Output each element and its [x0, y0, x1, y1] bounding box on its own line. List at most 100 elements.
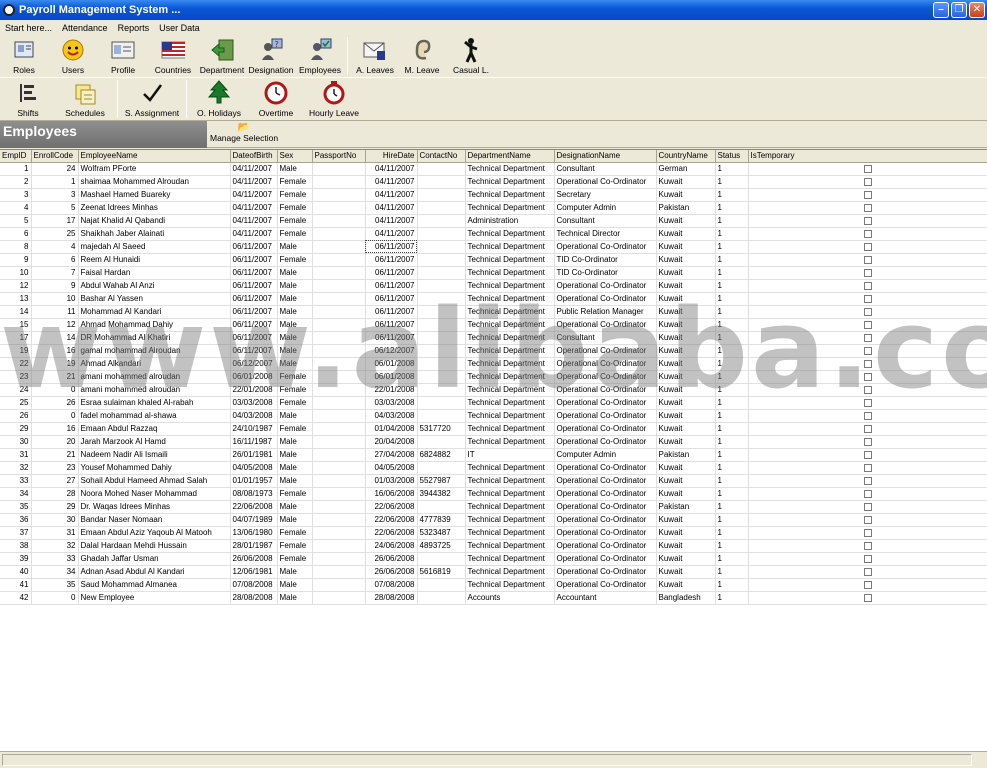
table-cell[interactable]: Ahmad Alkandari — [78, 357, 231, 371]
is-temporary-checkbox[interactable] — [863, 437, 872, 446]
table-cell[interactable]: Technical Department — [465, 266, 555, 280]
table-cell[interactable]: 04/11/2007 — [365, 162, 418, 176]
table-cell[interactable]: 32 — [31, 539, 79, 553]
table-cell[interactable]: Technical Department — [465, 461, 555, 475]
annual-leaves-button[interactable]: A. Leaves — [351, 35, 399, 77]
table-cell[interactable]: Technical Department — [465, 578, 555, 592]
table-cell[interactable]: Kuwait — [656, 409, 716, 423]
table-cell[interactable]: Technical Department — [465, 175, 555, 189]
table-cell[interactable]: Operational Co-Ordinator — [554, 344, 657, 358]
table-cell[interactable]: Computer Admin — [554, 201, 657, 215]
table-cell[interactable]: 06/11/2007 — [230, 266, 278, 280]
table-cell[interactable]: 35 — [0, 500, 32, 514]
table-cell[interactable]: 16/11/1987 — [230, 435, 278, 449]
table-cell[interactable]: Technical Department — [465, 292, 555, 306]
table-cell[interactable]: 1 — [715, 578, 749, 592]
table-cell[interactable]: 31 — [31, 526, 79, 540]
table-cell[interactable]: Operational Co-Ordinator — [554, 240, 657, 254]
table-cell[interactable]: 27/04/2008 — [365, 448, 418, 462]
table-row[interactable]: 5 17 Najat Khalid Al Qabandi 04/11/2007 Fema… — [0, 214, 987, 228]
table-cell[interactable]: Esraa sulaiman khaled Al-rabah — [78, 396, 231, 410]
table-cell[interactable]: 1 — [715, 175, 749, 189]
table-cell[interactable]: Kuwait — [656, 487, 716, 501]
table-cell[interactable]: 1 — [715, 240, 749, 254]
table-cell[interactable]: 22/06/2008 — [365, 513, 418, 527]
table-cell[interactable]: Operational Co-Ordinator — [554, 539, 657, 553]
table-cell[interactable]: 4893725 — [417, 539, 466, 553]
table-cell[interactable] — [312, 539, 366, 553]
table-cell[interactable]: Male — [277, 578, 313, 592]
table-cell[interactable]: Computer Admin — [554, 448, 657, 462]
table-cell[interactable]: 06/12/2007 — [365, 344, 418, 358]
table-cell[interactable]: Male — [277, 409, 313, 423]
table-cell[interactable]: 5 — [0, 214, 32, 228]
table-cell[interactable]: 1 — [715, 318, 749, 332]
table-cell[interactable]: Nadeem Nadir Ali Ismaili — [78, 448, 231, 462]
table-cell[interactable]: Technical Department — [465, 318, 555, 332]
table-cell[interactable]: Female — [277, 487, 313, 501]
table-cell[interactable] — [312, 279, 366, 293]
is-temporary-checkbox[interactable] — [863, 463, 872, 472]
is-temporary-checkbox[interactable] — [863, 255, 872, 264]
table-cell[interactable]: 06/12/2007 — [230, 357, 278, 371]
table-row[interactable]: 3 3 Mashael Hamed Buareky 04/11/2007 Female 0… — [0, 188, 987, 202]
table-cell[interactable]: 4 — [0, 201, 32, 215]
table-cell[interactable]: Operational Co-Ordinator — [554, 409, 657, 423]
is-temporary-checkbox[interactable] — [863, 216, 872, 225]
table-cell[interactable]: Male — [277, 435, 313, 449]
table-cell[interactable]: Ahmad Mohammad Dahiy — [78, 318, 231, 332]
table-cell[interactable]: TID Co-Ordinator — [554, 266, 657, 280]
is-temporary-checkbox[interactable] — [863, 567, 872, 576]
table-cell[interactable] — [417, 578, 466, 592]
table-cell[interactable]: Operational Co-Ordinator — [554, 487, 657, 501]
is-temporary-checkbox[interactable] — [863, 554, 872, 563]
table-cell[interactable]: 25 — [0, 396, 32, 410]
table-row[interactable]: 39 33 Ghadah Jaffar Usman 26/06/2008 Female 2… — [0, 552, 987, 566]
table-row[interactable]: 17 14 DR Mohammad Al Khatiri 06/11/2007 Male… — [0, 331, 987, 345]
table-cell[interactable]: Kuwait — [656, 396, 716, 410]
table-cell[interactable]: Male — [277, 331, 313, 345]
table-cell[interactable]: 22/06/2008 — [365, 526, 418, 540]
table-cell[interactable]: 21 — [31, 370, 79, 384]
table-cell[interactable]: Kuwait — [656, 214, 716, 228]
column-header[interactable]: Sex — [277, 150, 313, 163]
table-cell[interactable]: 04/03/2008 — [365, 409, 418, 423]
table-cell[interactable] — [417, 292, 466, 306]
table-cell[interactable]: 1 — [715, 552, 749, 566]
table-cell[interactable] — [417, 409, 466, 423]
table-cell[interactable]: 1 — [715, 591, 749, 605]
table-cell[interactable]: Male — [277, 279, 313, 293]
table-cell[interactable]: 14 — [0, 305, 32, 319]
table-cell[interactable]: 06/11/2007 — [365, 305, 418, 319]
table-cell[interactable]: Wolfram PForte — [78, 162, 231, 176]
table-cell[interactable]: 1 — [715, 422, 749, 436]
table-cell[interactable] — [312, 305, 366, 319]
table-cell[interactable]: 41 — [0, 578, 32, 592]
table-cell[interactable]: 2 — [0, 175, 32, 189]
table-cell[interactable]: 03/03/2008 — [365, 396, 418, 410]
table-cell[interactable]: Kuwait — [656, 240, 716, 254]
table-cell[interactable]: 1 — [715, 435, 749, 449]
table-cell[interactable]: 04/05/2008 — [230, 461, 278, 475]
table-cell[interactable]: 29 — [31, 500, 79, 514]
table-cell[interactable] — [417, 396, 466, 410]
table-cell[interactable]: 12/06/1981 — [230, 565, 278, 579]
table-cell[interactable]: 15 — [0, 318, 32, 332]
table-cell[interactable]: Consultant — [554, 331, 657, 345]
table-cell[interactable]: IT — [465, 448, 555, 462]
table-cell[interactable]: 27 — [31, 474, 79, 488]
table-cell[interactable]: Adnan Asad Abdul Al Kandari — [78, 565, 231, 579]
table-cell[interactable]: Administration — [465, 214, 555, 228]
table-cell[interactable]: Technical Department — [465, 188, 555, 202]
table-cell[interactable] — [312, 253, 366, 267]
table-cell[interactable] — [312, 175, 366, 189]
table-row[interactable]: 19 16 gamal mohammad Alroudan 06/11/2007 Mal… — [0, 344, 987, 358]
table-cell[interactable] — [312, 240, 366, 254]
table-cell[interactable]: Female — [277, 253, 313, 267]
table-cell[interactable]: 04/11/2007 — [230, 201, 278, 215]
table-cell[interactable]: Operational Co-Ordinator — [554, 383, 657, 397]
table-cell[interactable]: Accounts — [465, 591, 555, 605]
table-cell[interactable]: 1 — [715, 526, 749, 540]
table-cell[interactable]: 06/11/2007 — [230, 279, 278, 293]
table-cell[interactable] — [312, 591, 366, 605]
